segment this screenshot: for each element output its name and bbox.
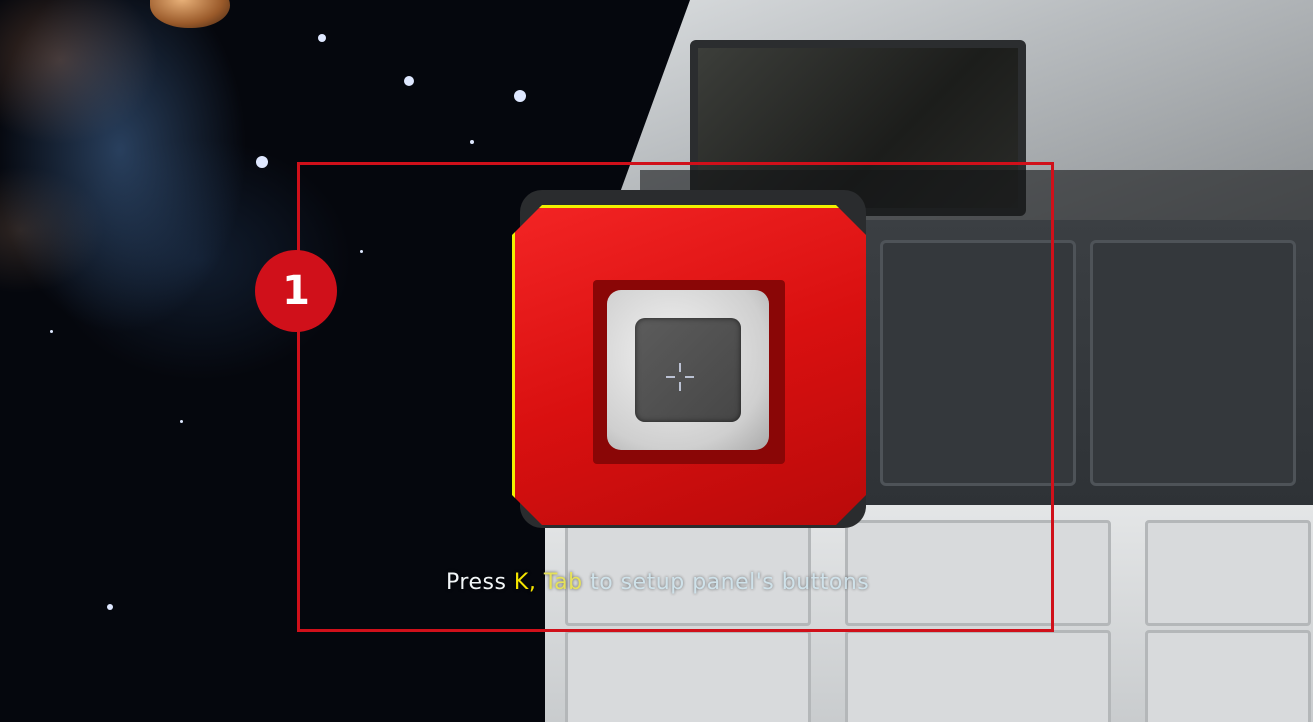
star (404, 76, 414, 86)
star (107, 604, 113, 610)
annotation-highlight-box (297, 162, 1054, 632)
star (470, 140, 474, 144)
game-viewport[interactable]: Press K, Tab to setup panel's buttons 1 (0, 0, 1313, 722)
star (50, 330, 53, 333)
star (180, 420, 183, 423)
hull-panel (1145, 520, 1311, 626)
asteroid (150, 0, 230, 28)
star (256, 156, 268, 168)
hull-panel (565, 630, 811, 722)
star (514, 90, 526, 102)
star (318, 34, 326, 42)
hull-panel (1145, 630, 1311, 722)
hull-panel (845, 630, 1111, 722)
annotation-step-badge: 1 (255, 250, 337, 332)
hull-panel (1090, 240, 1296, 486)
